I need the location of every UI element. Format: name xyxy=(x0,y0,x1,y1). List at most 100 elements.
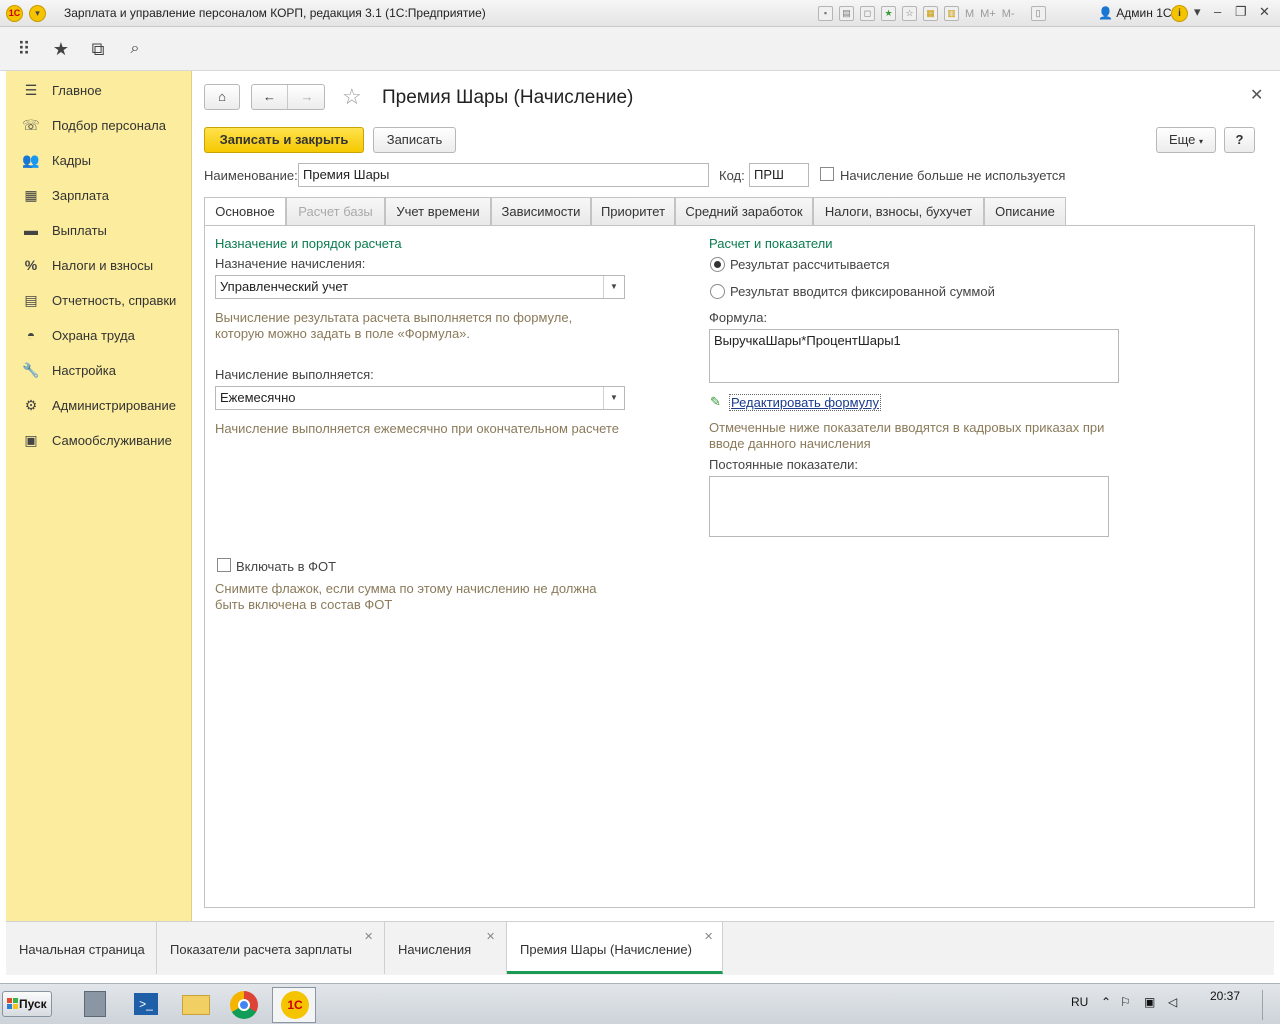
result-fixed-radio[interactable] xyxy=(710,284,725,299)
close-icon[interactable]: ✕ xyxy=(486,930,495,943)
1c-logo-icon[interactable]: 1С xyxy=(6,5,23,22)
network-icon[interactable]: ▣ xyxy=(1144,995,1155,1009)
powershell-icon[interactable]: >_ xyxy=(124,987,168,1023)
include-fot-checkbox[interactable] xyxy=(217,558,231,572)
m-button[interactable]: M xyxy=(965,8,974,20)
apps-grid-icon[interactable]: ⠿ xyxy=(14,39,34,59)
clock-time[interactable]: 20:37 xyxy=(1210,989,1240,1003)
chevron-down-icon[interactable]: ▼ xyxy=(603,276,624,298)
1c-app-icon[interactable]: 1С xyxy=(272,987,316,1023)
preview-icon[interactable]: ◻ xyxy=(860,6,875,21)
sidebar-item-label: Подбор персонала xyxy=(52,118,166,133)
name-input[interactable]: Премия Шары xyxy=(298,163,709,187)
m-minus-button[interactable]: M- xyxy=(1002,8,1015,20)
more-label: Еще xyxy=(1168,132,1196,147)
print-icon[interactable]: ▤ xyxy=(839,6,854,21)
more-button[interactable]: Еще ▾ xyxy=(1156,127,1216,153)
sidebar-item-label: Главное xyxy=(52,83,102,98)
code-input[interactable]: ПРШ xyxy=(749,163,809,187)
open-tab-label: Премия Шары (Начисление) xyxy=(520,942,692,957)
restore-icon[interactable]: ❐ xyxy=(1235,4,1247,20)
minimize-icon[interactable]: – xyxy=(1214,4,1221,19)
sidebar-item-hr[interactable]: 👥 Кадры xyxy=(6,145,192,175)
tray-expand-icon[interactable]: ⌃ xyxy=(1101,995,1111,1009)
history-icon[interactable]: ⧉ xyxy=(88,39,108,59)
sidebar-item-label: Выплаты xyxy=(52,223,107,238)
m-plus-button[interactable]: M+ xyxy=(980,8,996,20)
info-dropdown-icon[interactable]: ▾ xyxy=(1194,4,1201,20)
sidebar-item-main[interactable]: ☰ Главное xyxy=(6,75,192,105)
sidebar-item-settings[interactable]: 🔧 Настройка xyxy=(6,355,192,385)
period-select[interactable]: Ежемесячно ▼ xyxy=(215,386,625,410)
save-and-close-button[interactable]: Записать и закрыть xyxy=(204,127,364,153)
sidebar-item-taxes[interactable]: % Налоги и взносы xyxy=(6,250,192,280)
chrome-icon[interactable] xyxy=(222,987,266,1023)
help-button[interactable]: ? xyxy=(1224,127,1255,153)
result-fixed-label: Результат вводится фиксированной суммой xyxy=(730,284,995,299)
open-tab-accruals[interactable]: Начисления ✕ xyxy=(385,922,507,974)
sidebar-item-salary[interactable]: ▦ Зарплата xyxy=(6,180,192,210)
result-calculated-radio[interactable] xyxy=(710,257,725,272)
purpose-select[interactable]: Управленческий учет ▼ xyxy=(215,275,625,299)
sidebar-item-label: Администрирование xyxy=(52,398,176,413)
favorites-add-icon[interactable]: ★ xyxy=(881,6,896,21)
report-icon: ▤ xyxy=(24,292,38,308)
language-indicator[interactable]: RU xyxy=(1071,995,1088,1009)
volume-icon[interactable]: ◁ xyxy=(1168,995,1177,1009)
tab-time-accounting[interactable]: Учет времени xyxy=(385,197,491,226)
fot-hint-line: Снимите флажок, если сумма по этому начи… xyxy=(215,581,597,596)
flag-icon[interactable]: ⚐ xyxy=(1120,995,1131,1009)
favorite-star-icon[interactable]: ☆ xyxy=(342,84,362,110)
save-button[interactable]: Записать xyxy=(373,127,456,153)
tab-base-calc[interactable]: Расчет базы xyxy=(286,197,385,226)
purpose-value: Управленческий учет xyxy=(220,279,349,294)
back-button[interactable]: ← xyxy=(252,85,288,109)
info-icon[interactable]: i xyxy=(1171,5,1188,22)
title-toolbar: ▪ ▤ ◻ ★ ☆ ▦ ▥ M M+ M- ▯ xyxy=(818,5,1046,22)
forward-button[interactable]: → xyxy=(289,85,325,109)
panels-icon[interactable]: ▯ xyxy=(1030,6,1046,21)
calculator-tool-icon[interactable]: ▥ xyxy=(944,6,959,21)
sidebar-item-reports[interactable]: ▤ Отчетность, справки xyxy=(6,285,192,315)
user-name[interactable]: 👤 Админ 1С xyxy=(1098,6,1172,20)
explorer-icon[interactable] xyxy=(174,987,218,1023)
favorites-icon[interactable]: ☆ xyxy=(902,6,917,21)
tab-taxes[interactable]: Налоги, взносы, бухучет xyxy=(813,197,984,226)
chevron-down-icon[interactable]: ▼ xyxy=(603,387,624,409)
close-icon[interactable]: ✕ xyxy=(704,930,713,943)
show-desktop-button[interactable] xyxy=(1262,990,1274,1020)
favorites-star-icon[interactable]: ★ xyxy=(51,39,71,59)
card-icon: ▬ xyxy=(24,222,38,238)
sidebar-item-selfservice[interactable]: ▣ Самообслуживание xyxy=(6,425,192,455)
formula-label: Формула: xyxy=(709,310,768,325)
home-button[interactable]: ⌂ xyxy=(204,84,240,110)
open-tab-current[interactable]: Премия Шары (Начисление) ✕ xyxy=(507,922,723,974)
main-menu-icon[interactable]: ▾ xyxy=(29,5,46,22)
tab-dependencies[interactable]: Зависимости xyxy=(491,197,591,226)
close-window-icon[interactable]: ✕ xyxy=(1259,4,1270,20)
tab-average-earnings[interactable]: Средний заработок xyxy=(675,197,813,226)
form-area: ⌂ ← → ☆ Премия Шары (Начисление) ✕ Запис… xyxy=(192,71,1274,921)
open-tab-indicators[interactable]: Показатели расчета зарплаты ✕ xyxy=(157,922,385,974)
sidebar-item-recruiting[interactable]: ☏ Подбор персонала xyxy=(6,110,192,140)
tab-main[interactable]: Основное xyxy=(204,197,286,227)
not-used-checkbox[interactable] xyxy=(820,167,834,181)
formula-field[interactable]: ВыручкаШары*ПроцентШары1 xyxy=(709,329,1119,383)
sidebar-item-payments[interactable]: ▬ Выплаты xyxy=(6,215,192,245)
calendar-icon[interactable]: ▦ xyxy=(923,6,938,21)
save-icon[interactable]: ▪ xyxy=(818,6,833,21)
start-button[interactable]: Пуск xyxy=(2,991,52,1017)
close-form-icon[interactable]: ✕ xyxy=(1250,85,1263,105)
sidebar-item-safety[interactable]: ◓ Охрана труда xyxy=(6,320,192,350)
server-manager-icon[interactable] xyxy=(74,987,118,1023)
sidebar-item-admin[interactable]: ⚙ Администрирование xyxy=(6,390,192,420)
constant-indicators-list[interactable] xyxy=(709,476,1109,537)
indicators-hint: Отмеченные ниже показатели вводятся в ка… xyxy=(709,420,1104,452)
edit-formula-link[interactable]: Редактировать формулу xyxy=(729,394,881,411)
search-icon[interactable]: ⌕ xyxy=(125,39,145,59)
phone-icon: ☏ xyxy=(22,117,40,133)
tab-priority[interactable]: Приоритет xyxy=(591,197,675,226)
open-tab-home[interactable]: Начальная страница xyxy=(6,922,157,974)
close-icon[interactable]: ✕ xyxy=(364,930,373,943)
tab-description[interactable]: Описание xyxy=(984,197,1066,226)
